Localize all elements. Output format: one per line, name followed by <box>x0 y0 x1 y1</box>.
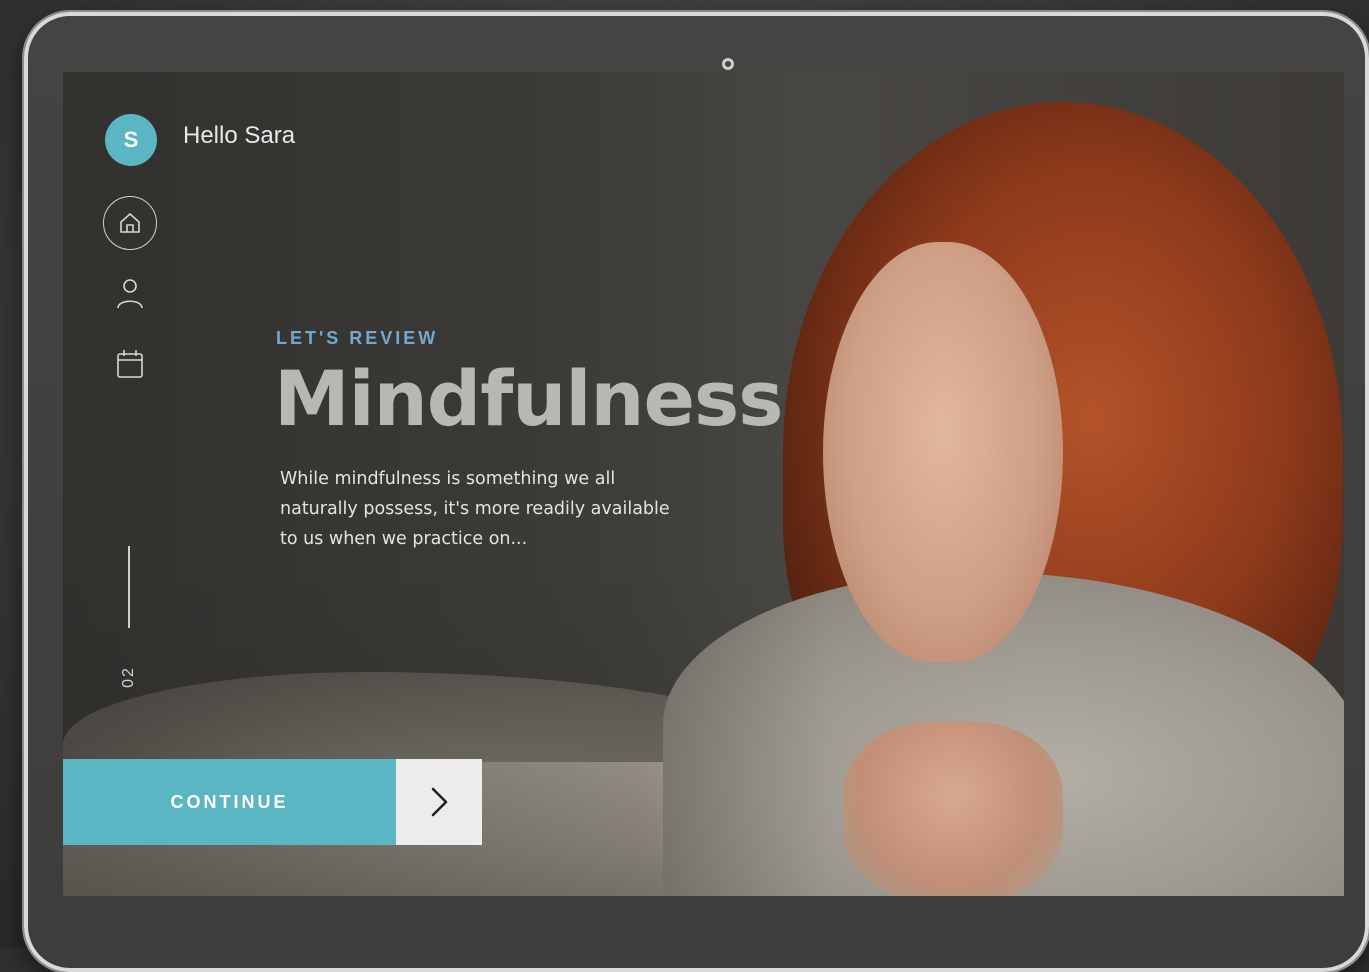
progress-divider <box>128 546 130 628</box>
camera <box>722 58 734 70</box>
calendar-icon <box>117 350 143 378</box>
avatar[interactable]: S <box>105 114 157 166</box>
user-icon <box>117 279 143 309</box>
page-number: 02 <box>120 666 137 688</box>
greeting-text: Hello Sara <box>183 122 296 149</box>
app-screen: S Hello Sara 02 LET'S REVIEW Mindfulness… <box>63 72 1344 896</box>
nav-home-button[interactable] <box>103 196 157 250</box>
next-button[interactable] <box>396 759 482 845</box>
home-icon <box>120 213 140 233</box>
nav-calendar-button[interactable] <box>113 347 147 381</box>
lesson-title: Mindfulness <box>274 354 784 443</box>
nav-profile-button[interactable] <box>113 276 147 310</box>
lesson-description: While mindfulness is something we all na… <box>280 469 670 549</box>
continue-button[interactable]: CONTINUE <box>63 759 396 845</box>
chevron-right-icon <box>431 787 448 817</box>
lesson-eyebrow: LET'S REVIEW <box>276 328 439 348</box>
